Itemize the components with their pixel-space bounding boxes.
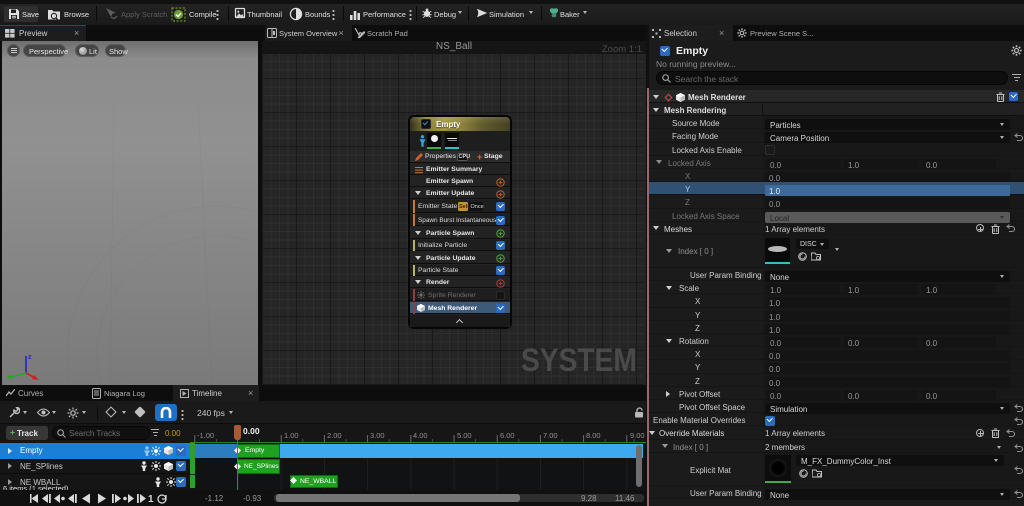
svg-text:1: 1 xyxy=(148,494,154,504)
svg-text:z: z xyxy=(28,354,32,361)
